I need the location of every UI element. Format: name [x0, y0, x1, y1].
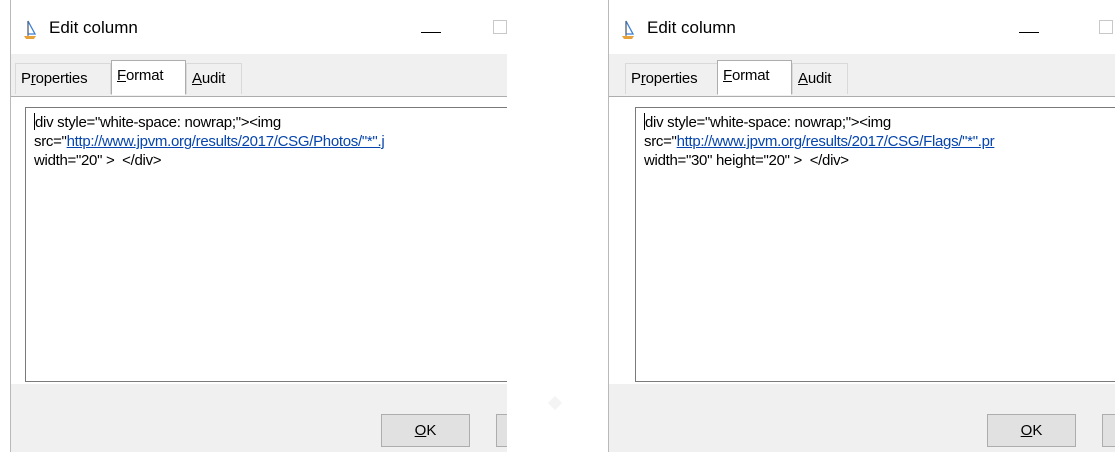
ok-button[interactable]: OK	[987, 414, 1076, 447]
app-icon	[622, 20, 635, 39]
watermark-fragment	[547, 395, 563, 411]
flags-url-link[interactable]: http://www.jpvm.org/results/2017/CSG/Fla…	[677, 133, 995, 150]
window-title: Edit column	[647, 18, 736, 37]
window-title: Edit column	[49, 18, 138, 37]
tab-strip: Properties Format Audit	[609, 54, 1115, 97]
title-bar: Edit column	[11, 0, 507, 54]
ok-button[interactable]: OK	[381, 414, 470, 447]
edit-column-dialog-right: Edit column Properties Format Audit div …	[608, 0, 1115, 452]
tab-format[interactable]: Format	[717, 60, 792, 95]
cancel-button[interactable]	[1102, 414, 1115, 447]
photos-url-link[interactable]: http://www.jpvm.org/results/2017/CSG/Pho…	[67, 133, 385, 150]
tab-audit[interactable]: Audit	[792, 63, 848, 94]
format-code-editor[interactable]: div style="white-space: nowrap;"><img sr…	[635, 107, 1115, 382]
format-tab-panel: div style="white-space: nowrap;"><img sr…	[11, 96, 507, 384]
format-tab-panel: div style="white-space: nowrap;"><img sr…	[609, 96, 1115, 384]
format-code-editor[interactable]: div style="white-space: nowrap;"><img sr…	[25, 107, 507, 382]
button-bar: OK	[11, 384, 507, 452]
tab-strip: Properties Format Audit	[11, 54, 507, 97]
tab-properties[interactable]: Properties	[15, 63, 111, 94]
title-bar: Edit column	[609, 0, 1115, 54]
tab-format[interactable]: Format	[111, 60, 186, 95]
minimize-button[interactable]	[1019, 16, 1043, 40]
edit-column-dialog-left: Edit column Properties Format Audit div …	[10, 0, 507, 452]
maximize-button[interactable]	[493, 20, 507, 34]
button-bar: OK	[609, 384, 1115, 452]
tab-properties[interactable]: Properties	[625, 63, 721, 94]
tab-audit[interactable]: Audit	[186, 63, 242, 94]
minimize-button[interactable]	[421, 16, 445, 40]
maximize-button[interactable]	[1099, 20, 1113, 34]
cancel-button[interactable]	[496, 414, 507, 447]
app-icon	[24, 20, 37, 39]
format-code-text: div style="white-space: nowrap;"><img sr…	[34, 113, 385, 169]
format-code-text: div style="white-space: nowrap;"><img sr…	[644, 113, 995, 169]
